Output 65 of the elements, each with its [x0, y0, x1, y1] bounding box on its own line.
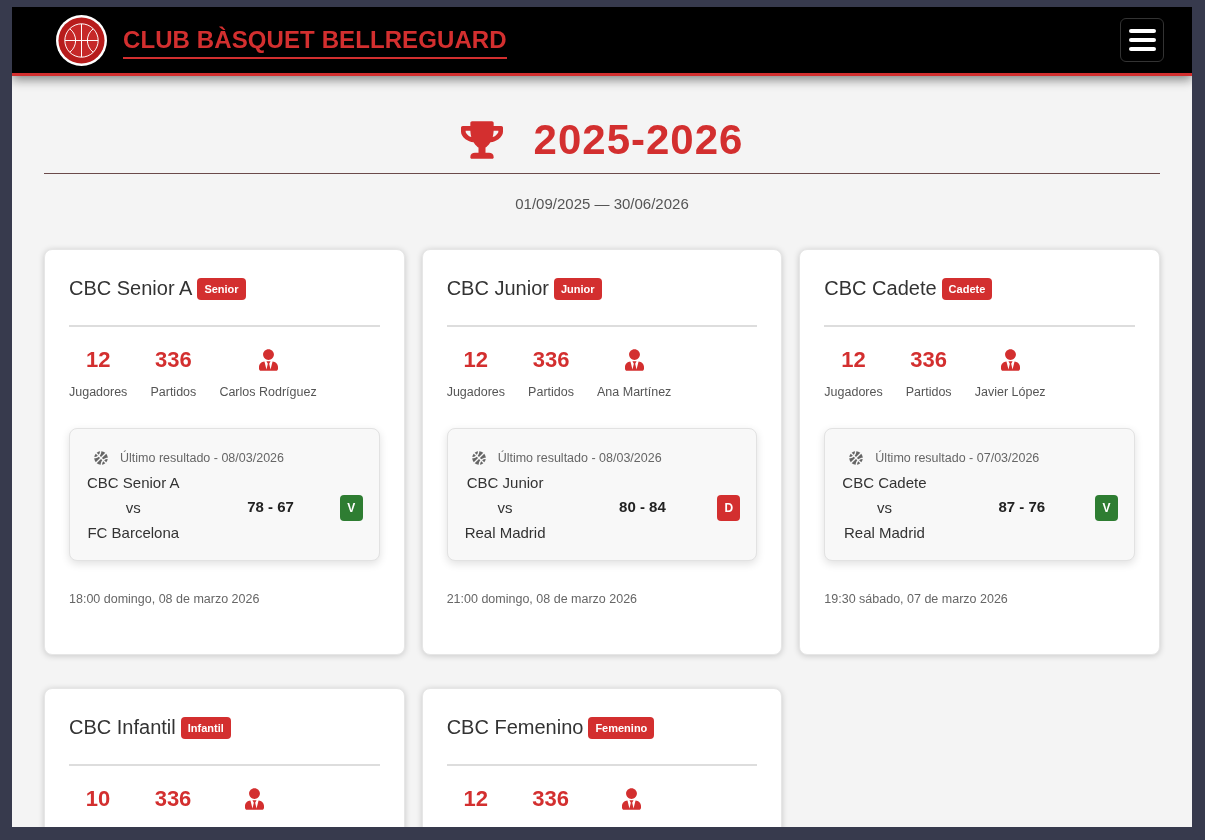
basketball-icon: [849, 451, 864, 465]
match-datetime: 19:30 sábado, 07 de marzo 2026: [824, 591, 1009, 608]
stat-label: Jugadores: [446, 384, 506, 401]
category-badge: Junior: [553, 278, 602, 300]
stat-label: Partidos: [528, 384, 574, 401]
category-badge: Cadete: [941, 278, 993, 300]
home-team: CBC Senior A: [87, 473, 180, 493]
team-name: CBC Femenino: [446, 715, 584, 740]
home-team: CBC Junior: [466, 473, 544, 493]
home-team: CBC Cadete: [842, 473, 927, 493]
coach-icon: [1000, 349, 1020, 371]
club-title: CLUB BÀSQUET BELLREGUARD: [123, 25, 507, 59]
coach-icon: [622, 788, 642, 810]
season-title: 2025-2026: [533, 115, 744, 165]
match-datetime: 18:00 domingo, 08 de marzo 2026: [69, 591, 261, 608]
coach-name: Javier López: [974, 384, 1046, 401]
team-name: CBC Senior A: [69, 276, 193, 301]
stat-label: Partidos: [150, 384, 197, 401]
trophy-icon: [460, 120, 503, 160]
result-heading: Último resultado - 08/03/2026: [120, 449, 284, 467]
coach-name: Ana Martínez: [597, 384, 672, 401]
final-score: 87 - 76: [998, 497, 1046, 518]
away-team: FC Barcelona: [87, 523, 180, 543]
final-score: 80 - 84: [619, 497, 666, 518]
result-badge: D: [717, 494, 741, 521]
result-badge: V: [339, 494, 363, 521]
category-badge: Senior: [197, 278, 246, 300]
team-name: CBC Junior: [446, 276, 549, 301]
stat-value: 12: [85, 346, 111, 374]
stat-value: 336: [532, 785, 569, 813]
final-score: 78 - 67: [247, 497, 294, 518]
result-heading: Último resultado - 08/03/2026: [497, 449, 662, 467]
basketball-icon: [94, 451, 108, 465]
result-badge: V: [1095, 494, 1118, 521]
stat-value: 336: [532, 346, 570, 374]
coach-icon: [244, 788, 264, 810]
versus-label: vs: [497, 498, 513, 518]
menu-button[interactable]: [1120, 18, 1164, 62]
stat-value: 336: [155, 346, 192, 374]
coach-name: Carlos Rodríguez: [219, 384, 317, 401]
versus-label: vs: [876, 498, 892, 518]
stat-value: 12: [463, 785, 488, 813]
coach-icon: [258, 349, 278, 371]
category-badge: Infantil: [180, 717, 231, 739]
coach-icon: [624, 349, 644, 371]
result-heading: Último resultado - 07/03/2026: [875, 449, 1040, 467]
stat-label: Jugadores: [69, 384, 128, 401]
stat-value: 336: [910, 346, 948, 374]
basketball-icon: [471, 451, 486, 465]
stat-label: Jugadores: [824, 384, 883, 401]
stat-value: 10: [85, 785, 111, 813]
away-team: Real Madrid: [844, 523, 925, 543]
stat-value: 12: [841, 346, 866, 374]
stat-value: 12: [463, 346, 489, 374]
category-badge: Femenino: [588, 717, 655, 739]
team-name: CBC Infantil: [69, 715, 176, 740]
basketball-logo-icon: [56, 14, 107, 66]
stat-label: Partidos: [905, 384, 952, 401]
team-name: CBC Cadete: [824, 276, 937, 301]
away-team: Real Madrid: [464, 523, 546, 543]
stat-value: 336: [154, 785, 192, 813]
menu-icon: [1128, 29, 1156, 51]
season-dates: 01/09/2025 — 30/06/2026: [515, 194, 689, 214]
match-datetime: 21:00 domingo, 08 de marzo 2026: [446, 591, 639, 608]
versus-label: vs: [125, 498, 141, 518]
